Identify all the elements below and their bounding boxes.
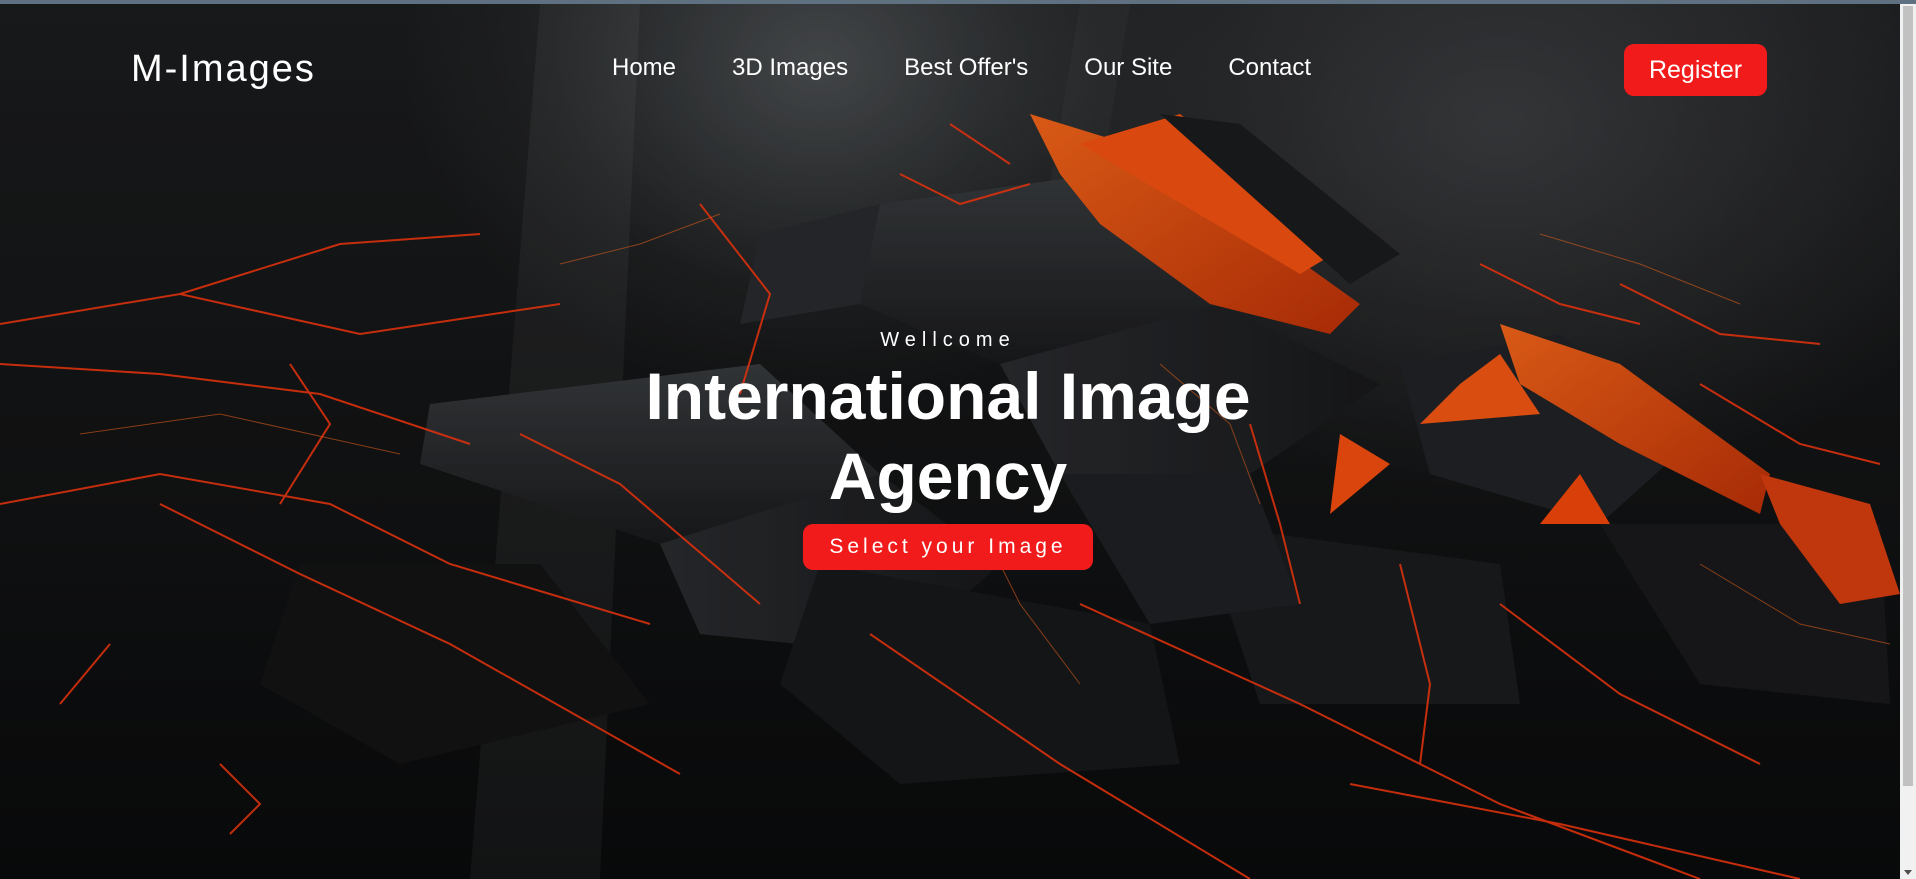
nav-item-our-site[interactable]: Our Site: [1084, 54, 1172, 82]
nav-item-contact[interactable]: Contact: [1228, 54, 1311, 82]
scroll-down-arrow-icon[interactable]: [1904, 870, 1912, 875]
nav-item-3d-images[interactable]: 3D Images: [732, 54, 848, 82]
hero-welcome-text: Wellcome: [880, 329, 1016, 351]
hero-headline-line2: Agency: [828, 439, 1068, 513]
hero-headline: International Image Agency: [548, 356, 1348, 516]
nav-item-home[interactable]: Home: [612, 54, 676, 82]
vertical-scrollbar[interactable]: [1900, 4, 1916, 879]
hero-headline-line1: International Image: [645, 359, 1251, 433]
select-image-button[interactable]: Select your Image: [803, 524, 1093, 570]
nav-item-best-offers[interactable]: Best Offer's: [904, 54, 1028, 82]
main-nav: Home 3D Images Best Offer's Our Site Con…: [612, 54, 1367, 82]
register-button[interactable]: Register: [1624, 44, 1767, 96]
browser-top-strip: [0, 0, 1916, 4]
scrollbar-thumb[interactable]: [1903, 6, 1913, 786]
hero-content: Wellcome International Image Agency Sele…: [548, 329, 1348, 570]
hero-section: M-Images Home 3D Images Best Offer's Our…: [0, 4, 1900, 879]
site-logo[interactable]: M-Images: [131, 48, 316, 91]
